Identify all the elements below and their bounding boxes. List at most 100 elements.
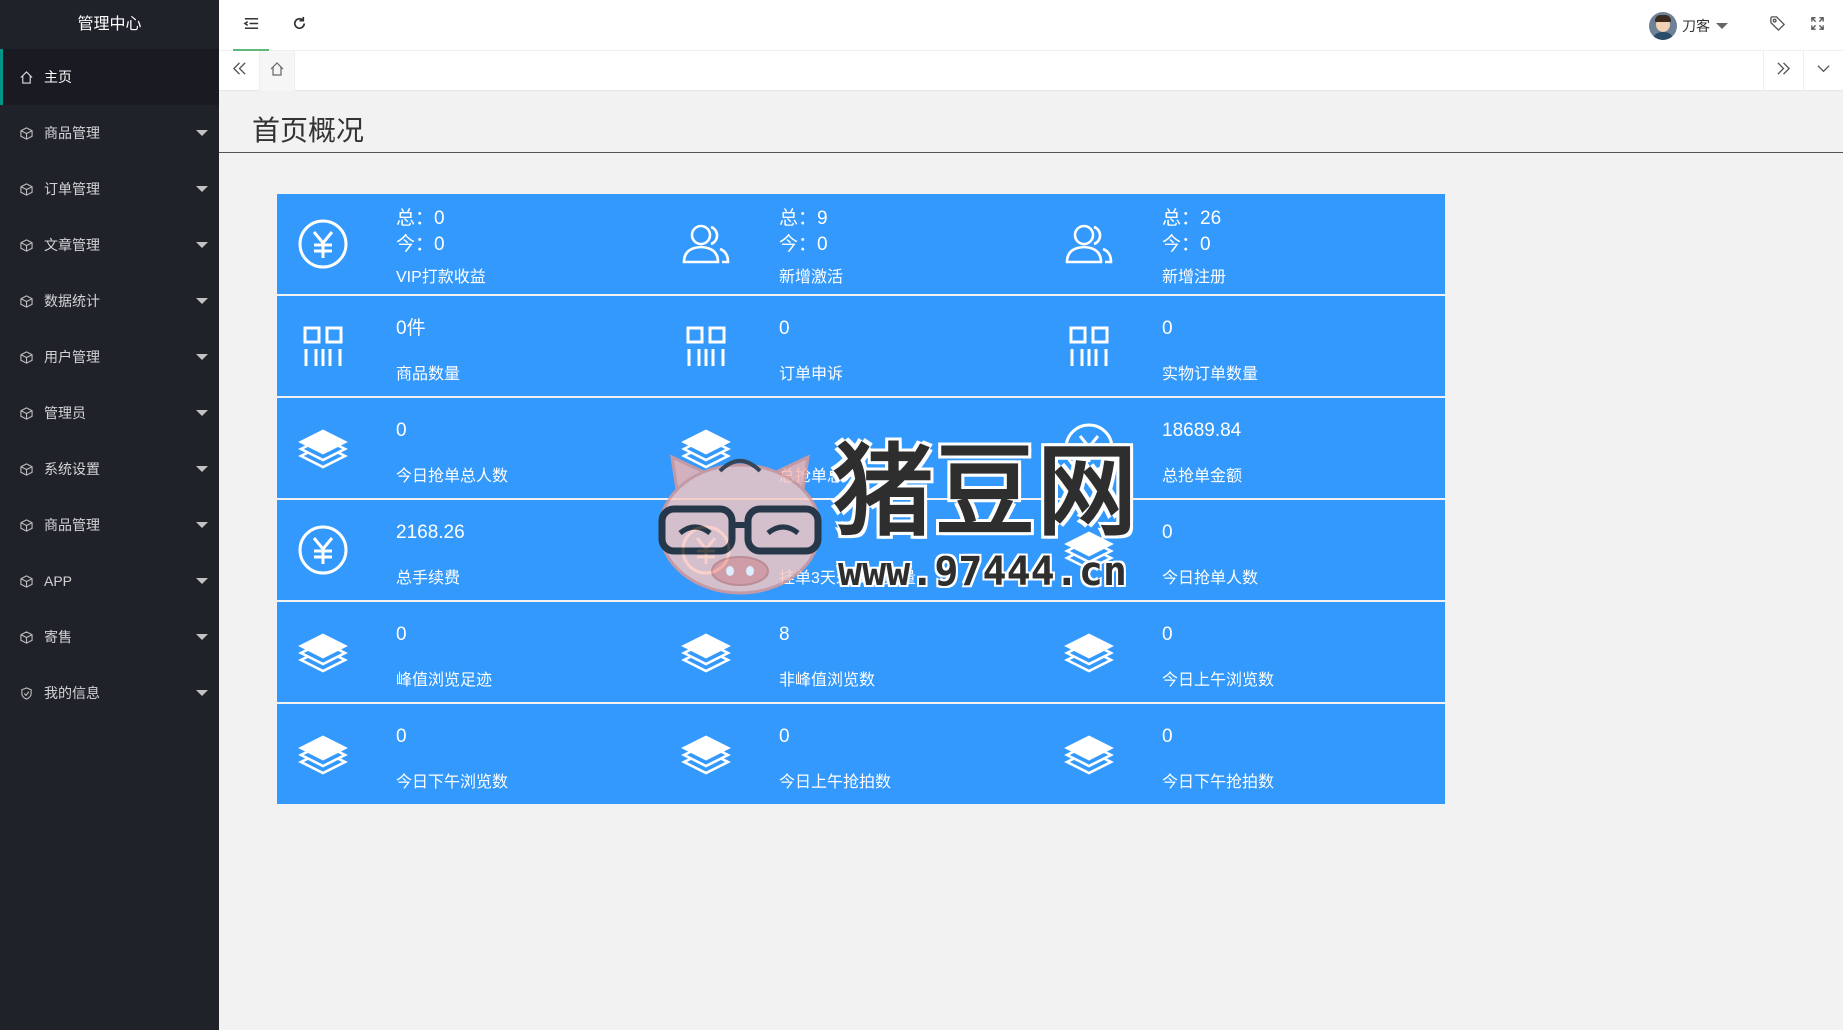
layers-icon — [297, 626, 349, 678]
sidebar-item-label: 主页 — [44, 69, 72, 85]
yuan-icon — [1063, 422, 1115, 474]
stat-label: 新增注册 — [1162, 269, 1227, 286]
yuan-icon — [680, 524, 732, 576]
cube-icon — [20, 182, 33, 196]
stat-value: 0 — [396, 420, 407, 441]
stat-card[interactable]: 0 订单申诉 — [660, 296, 1062, 396]
cube-icon — [20, 518, 33, 532]
stat-value: 0件 — [396, 318, 426, 339]
fullscreen-button[interactable] — [1791, 0, 1843, 51]
stat-card[interactable]: 0 今日下午浏览数 — [277, 704, 679, 804]
sidebar-item-label: 寄售 — [44, 629, 72, 645]
stat-card[interactable]: 总抢单总人 — [660, 398, 1062, 498]
sidebar-nav: 主页 商品管理 订单管理 文章管理 数据统计 用户管理 管理员 系统设置 商品管理 APP 寄售 我的… — [0, 49, 219, 721]
layers-icon — [1063, 728, 1115, 780]
sidebar-item-8[interactable]: 商品管理 — [0, 497, 219, 553]
sidebar-item-10[interactable]: 寄售 — [0, 609, 219, 665]
stat-label: 今日抢单总人数 — [396, 468, 509, 485]
tabs-dropdown-button[interactable] — [1803, 51, 1843, 91]
barcode-icon — [1063, 320, 1115, 372]
stat-card[interactable]: 总：0 今：0 VIP打款收益 — [277, 194, 679, 294]
stat-value: 18689.84 — [1162, 420, 1242, 441]
caret-down-icon — [196, 242, 208, 248]
users-icon — [1063, 218, 1115, 270]
layers-icon — [1063, 626, 1115, 678]
stat-card[interactable]: 0 今日下午抢拍数 — [1043, 704, 1445, 804]
stat-value: 0 — [1162, 726, 1173, 747]
stat-label: 商品数量 — [396, 366, 461, 383]
stat-total: 总：9 — [779, 208, 828, 229]
sidebar-item-0[interactable]: 主页 — [0, 49, 219, 105]
caret-down-icon — [196, 130, 208, 136]
stat-card[interactable]: 总：26 今：0 新增注册 — [1043, 194, 1445, 294]
sidebar-item-9[interactable]: APP — [0, 553, 219, 609]
stat-label: 今日下午抢拍数 — [1162, 774, 1275, 791]
stat-label: 今日抢单人数 — [1162, 570, 1259, 587]
stat-card[interactable]: 0件商品数量 — [277, 296, 679, 396]
home-icon — [269, 61, 285, 82]
stat-card[interactable]: 0 今日抢单总人数 — [277, 398, 679, 498]
layers-icon — [680, 728, 732, 780]
menu-toggle-button[interactable] — [225, 0, 277, 51]
double-chevron-right-icon — [1776, 61, 1791, 81]
sidebar-item-4[interactable]: 数据统计 — [0, 273, 219, 329]
sidebar-item-label: 管理员 — [44, 405, 86, 421]
sidebar-item-label: 我的信息 — [44, 685, 100, 701]
stat-value: 0 — [396, 624, 407, 645]
stat-card[interactable]: 0 今日抢单人数 — [1043, 500, 1445, 600]
tab-bar — [219, 51, 1843, 91]
stat-card[interactable]: 18689.84 总抢单金额 — [1043, 398, 1445, 498]
sidebar: 管理中心 主页 商品管理 订单管理 文章管理 数据统计 用户管理 管理员 系统设置 商品管理 AP… — [0, 0, 219, 1030]
yuan-icon — [297, 524, 349, 576]
user-menu[interactable]: 刀客 — [1649, 12, 1728, 40]
main-content: 首页概况 总：0 今：0 VIP打款收益 总：9 今：0 新增激活 总：26 今：0 新增注册 0… — [219, 91, 1843, 1030]
shield-icon — [20, 686, 33, 700]
sidebar-item-6[interactable]: 管理员 — [0, 385, 219, 441]
stat-card[interactable]: 2168.26 总手续费 — [277, 500, 679, 600]
sidebar-item-label: 系统设置 — [44, 461, 100, 477]
refresh-button[interactable] — [273, 0, 325, 51]
stat-label: 订单申诉 — [779, 366, 844, 383]
cube-icon — [20, 126, 33, 140]
tabs-scroll-left-button[interactable] — [219, 51, 259, 91]
stat-label: 实物订单数量 — [1162, 366, 1259, 383]
tab-home[interactable] — [259, 51, 295, 91]
caret-down-icon — [196, 354, 208, 360]
stat-card[interactable]: 8 非峰值浏览数 — [660, 602, 1062, 702]
tabs-scroll-right-button[interactable] — [1763, 51, 1803, 91]
sidebar-item-label: 商品管理 — [44, 125, 100, 141]
stat-label: 新增激活 — [779, 269, 844, 286]
avatar — [1649, 12, 1677, 40]
stat-card[interactable]: 0 峰值浏览足迹 — [277, 602, 679, 702]
stat-today: 今：0 — [1162, 234, 1211, 255]
page-title: 首页概况 — [219, 91, 1843, 153]
stat-card[interactable]: 0 实物订单数量 — [1043, 296, 1445, 396]
sidebar-item-7[interactable]: 系统设置 — [0, 441, 219, 497]
sidebar-item-3[interactable]: 文章管理 — [0, 217, 219, 273]
stat-today: 今：0 — [779, 234, 828, 255]
stat-value: 0 — [1162, 522, 1173, 543]
sidebar-item-11[interactable]: 我的信息 — [0, 665, 219, 721]
tag-icon — [1769, 15, 1786, 37]
sidebar-item-1[interactable]: 商品管理 — [0, 105, 219, 161]
stat-card[interactable]: 总：9 今：0 新增激活 — [660, 194, 1062, 294]
layers-icon — [680, 626, 732, 678]
sidebar-item-2[interactable]: 订单管理 — [0, 161, 219, 217]
stat-card[interactable]: 0 今日上午浏览数 — [1043, 602, 1445, 702]
stat-value: 0 — [779, 318, 790, 339]
home-icon — [20, 70, 33, 84]
fullscreen-icon — [1809, 15, 1826, 37]
stat-value: 0 — [396, 726, 407, 747]
sidebar-item-label: 用户管理 — [44, 349, 100, 365]
chevron-down-icon — [1716, 23, 1728, 29]
stat-value: 0 — [1162, 624, 1173, 645]
stat-label: VIP打款收益 — [396, 269, 486, 286]
sidebar-item-5[interactable]: 用户管理 — [0, 329, 219, 385]
stat-card[interactable]: 0 今日上午抢拍数 — [660, 704, 1062, 804]
stat-card[interactable]: 挂单3天未成交数量 — [660, 500, 1062, 600]
caret-down-icon — [196, 522, 208, 528]
users-icon — [680, 218, 732, 270]
cube-icon — [20, 238, 33, 252]
stat-label: 挂单3天未成交数量 — [779, 570, 916, 587]
sidebar-item-label: APP — [44, 573, 73, 589]
